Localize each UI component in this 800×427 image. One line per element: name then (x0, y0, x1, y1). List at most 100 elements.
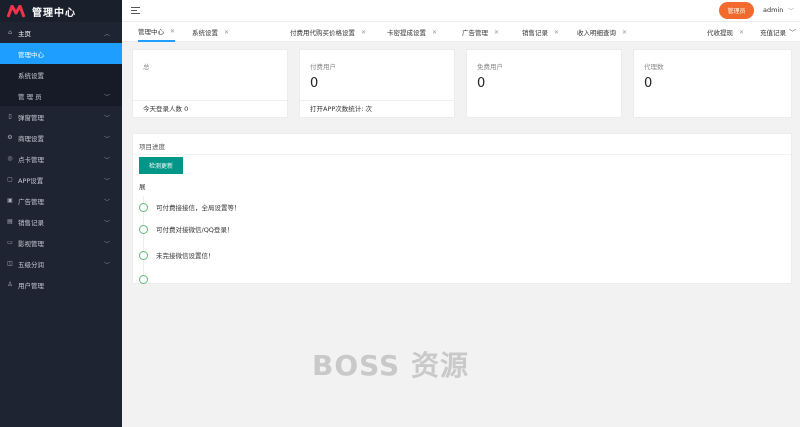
sidebar-item-label: 五级分润 (18, 260, 44, 269)
user-icon: ♙ (7, 281, 13, 288)
chevron-down-icon: ﹀ (104, 199, 111, 206)
tab-dashboard[interactable]: 管理中心 ✕ (138, 22, 176, 42)
timeline-item: 可付费接接信，全局设置等！ (139, 202, 241, 212)
chevron-down-icon[interactable]: ﹀ (788, 6, 794, 15)
close-icon[interactable]: ✕ (432, 29, 437, 36)
sidebar-item-app[interactable]: ▢ APP设置 ﹀ (0, 169, 122, 190)
timeline-item: 未完接微信设置信！ (139, 250, 215, 260)
close-icon[interactable]: ✕ (739, 29, 744, 36)
tab-label: 系统设置 (192, 29, 218, 37)
sidebar-item-dashboard[interactable]: 管理中心 (0, 43, 122, 64)
sidebar-item-users[interactable]: ♙ 用户管理 (0, 274, 122, 295)
sidebar-item-popup[interactable]: ▯ 弹窗管理 ﹀ (0, 106, 122, 127)
sidebar-item-label: 管理中心 (18, 50, 44, 59)
stat-footer: 打开APP次数统计: 次 (300, 100, 454, 115)
sidebar-item-label: 点卡管理 (18, 155, 44, 164)
tab-price-settings[interactable]: 付费用代购买价格设置 ✕ (290, 22, 366, 42)
admin-username[interactable]: admin (763, 6, 783, 14)
stat-label: 付费用户 (310, 63, 336, 71)
tab-system-settings[interactable]: 系统设置 ✕ (192, 22, 229, 42)
sidebar-menu: ⌂ 主页 ︿ 管理中心 系统设置 管 理 员 ﹀ ▯ 弹窗管理 ﹀ ⚙ 商理设置… (0, 22, 122, 295)
tab-label: 广告管理 (462, 29, 488, 37)
sidebar-item-home[interactable]: ⌂ 主页 ︿ (0, 22, 122, 43)
close-icon[interactable]: ✕ (361, 29, 366, 36)
chevron-down-icon: ﹀ (104, 241, 111, 248)
close-icon[interactable]: ✕ (622, 29, 627, 36)
stat-value: 0 (310, 76, 319, 91)
card-icon: ◎ (7, 155, 13, 162)
tab-withdraw[interactable]: 代收提现 ✕ (707, 22, 744, 42)
timeline-label: 可付费接接信，全局设置等！ (156, 204, 241, 212)
brand-title: 管理中心 (32, 7, 76, 19)
list-icon: ▤ (7, 218, 13, 225)
tab-ads[interactable]: 广告管理 ✕ (462, 22, 499, 42)
stat-footer: 今天登录人数 0 (133, 100, 287, 115)
close-icon[interactable]: ✕ (554, 29, 559, 36)
menu-toggle-icon[interactable] (131, 6, 140, 15)
sidebar-item-label: 弹窗管理 (18, 113, 44, 122)
stat-card-paid-users: 付费用户 0 打开APP次数统计: 次 (299, 49, 455, 118)
tab-label: 卡密提成设置 (387, 29, 426, 37)
admin-role-badge[interactable]: 管理员 (719, 2, 754, 19)
timeline-label: 未完接微信设置信！ (156, 252, 215, 260)
sidebar-item-ads[interactable]: ▣ 广告管理 ﹀ (0, 190, 122, 211)
timeline-dot-icon (139, 250, 148, 260)
sidebar-item-label: 广告管理 (18, 197, 44, 206)
sidebar: 管理中心 ⌂ 主页 ︿ 管理中心 系统设置 管 理 员 ﹀ ▯ 弹窗管理 ﹀ ⚙… (0, 0, 122, 427)
sidebar-item-label: 主页 (18, 29, 31, 38)
chevron-down-icon[interactable]: ﹀ (789, 28, 796, 38)
chevron-up-icon: ︿ (104, 31, 111, 38)
brand[interactable]: 管理中心 (0, 0, 122, 22)
sidebar-item-label: 用户管理 (18, 281, 44, 290)
sidebar-item-card[interactable]: ◎ 点卡管理 ﹀ (0, 148, 122, 169)
stat-value: 0 (477, 76, 486, 91)
project-progress-panel: 项目进度 检测更新 展 可付费接接信，全局设置等！ 可付费对接微信/QQ登录！ … (132, 133, 792, 286)
chevron-down-icon: ﹀ (104, 220, 111, 227)
sidebar-item-label: 管 理 员 (18, 92, 42, 101)
sidebar-item-sales[interactable]: ▤ 销售记录 ﹀ (0, 211, 122, 232)
stat-value: 0 (644, 76, 653, 91)
stat-card-total: 总 今天登录人数 0 (132, 49, 288, 118)
close-icon[interactable]: ✕ (170, 28, 175, 35)
progress-subtitle: 展 (139, 183, 146, 191)
chevron-down-icon: ﹀ (104, 178, 111, 185)
stat-card-agents: 代理数 0 (633, 49, 792, 118)
tab-recharge[interactable]: 充值记录 (760, 22, 786, 42)
chevron-down-icon: ﹀ (103, 94, 110, 101)
chevron-down-icon: ﹀ (104, 262, 111, 269)
app-icon: ▢ (7, 176, 13, 183)
sidebar-item-profit-share[interactable]: ◫ 五级分润 ﹀ (0, 253, 122, 274)
watermark: BOSS 资源 (312, 349, 469, 382)
stat-label: 总 (143, 63, 150, 71)
share-icon: ◫ (7, 260, 13, 267)
sidebar-item-merchant[interactable]: ⚙ 商理设置 ﹀ (0, 127, 122, 148)
divider (133, 154, 791, 155)
timeline-dot-icon (139, 275, 148, 284)
tab-sales[interactable]: 销售记录 ✕ (522, 22, 559, 42)
chevron-down-icon: ﹀ (104, 136, 111, 143)
tab-label: 付费用代购买价格设置 (290, 29, 355, 37)
sidebar-item-label: 系统设置 (18, 71, 44, 80)
tab-label: 销售记录 (522, 29, 548, 37)
tab-card-commission[interactable]: 卡密提成设置 ✕ (387, 22, 437, 42)
sidebar-item-video[interactable]: ▭ 影视管理 ﹀ (0, 232, 122, 253)
timeline-dot-icon (139, 224, 148, 234)
sidebar-item-admins[interactable]: 管 理 员 ﹀ (0, 85, 122, 106)
chevron-down-icon: ﹀ (104, 115, 111, 122)
sidebar-item-label: APP设置 (18, 176, 44, 185)
sidebar-item-system-settings[interactable]: 系统设置 (0, 64, 122, 85)
tab-label: 充值记录 (760, 29, 786, 37)
home-icon: ⌂ (8, 29, 12, 36)
stat-label: 代理数 (644, 63, 664, 71)
close-icon[interactable]: ✕ (224, 29, 229, 36)
tab-label: 收入明细查询 (577, 29, 616, 37)
tab-income[interactable]: 收入明细查询 ✕ (577, 22, 627, 42)
video-icon: ▭ (7, 239, 13, 246)
close-icon[interactable]: ✕ (494, 29, 499, 36)
sidebar-item-label: 商理设置 (18, 134, 44, 143)
tab-bar: 管理中心 ✕ 系统设置 ✕ 付费用代购买价格设置 ✕ 卡密提成设置 ✕ 广告管理 ✕ 销售… (122, 22, 800, 42)
sidebar-submenu: 管理中心 系统设置 管 理 员 ﹀ (0, 43, 122, 106)
chevron-down-icon: ﹀ (104, 157, 111, 164)
check-update-button[interactable]: 检测更新 (139, 157, 183, 174)
top-header: 管理员 admin ﹀ (122, 0, 800, 22)
